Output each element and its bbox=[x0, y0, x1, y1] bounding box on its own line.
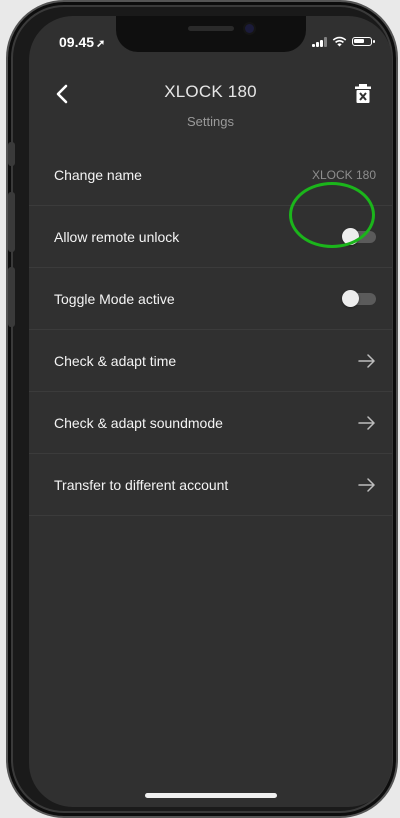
transfer-account-row[interactable]: Transfer to different account bbox=[29, 454, 392, 516]
toggle-mode-row: Toggle Mode active bbox=[29, 268, 392, 330]
transfer-account-label: Transfer to different account bbox=[54, 476, 229, 493]
wifi-icon bbox=[332, 36, 347, 47]
adapt-time-row[interactable]: Check & adapt time bbox=[29, 330, 392, 392]
device-name-value: XLOCK 180 bbox=[311, 167, 376, 182]
toggle-mode-toggle[interactable] bbox=[342, 289, 376, 307]
volume-down-button bbox=[8, 267, 15, 327]
page-subtitle: Settings bbox=[187, 114, 234, 129]
front-camera bbox=[244, 24, 254, 33]
cellular-signal-icon bbox=[312, 36, 327, 47]
battery-icon bbox=[352, 37, 375, 46]
app-screen: 09.45 ➚ XLOCK 180 Settings Change name X… bbox=[29, 16, 392, 807]
arrow-right-icon[interactable] bbox=[358, 353, 376, 368]
phone-frame: 09.45 ➚ XLOCK 180 Settings Change name X… bbox=[6, 0, 398, 818]
status-time: 09.45 ➚ bbox=[59, 34, 105, 50]
remote-unlock-label: Allow remote unlock bbox=[54, 228, 180, 245]
arrow-right-icon[interactable] bbox=[358, 477, 376, 492]
notch bbox=[115, 16, 306, 52]
adapt-soundmode-row[interactable]: Check & adapt soundmode bbox=[29, 392, 392, 454]
status-time-text: 09.45 bbox=[59, 34, 95, 50]
adapt-time-label: Check & adapt time bbox=[54, 352, 177, 369]
highlight-circle bbox=[289, 182, 375, 248]
home-indicator[interactable] bbox=[144, 793, 277, 798]
arrow-right-icon[interactable] bbox=[358, 415, 376, 430]
page-title: XLOCK 180 bbox=[164, 82, 257, 101]
volume-up-button bbox=[8, 192, 15, 252]
toggle-mode-label: Toggle Mode active bbox=[54, 290, 175, 307]
status-icons bbox=[312, 36, 375, 47]
adapt-soundmode-label: Check & adapt soundmode bbox=[54, 414, 223, 431]
toggle-knob bbox=[342, 289, 359, 307]
location-icon: ➚ bbox=[96, 38, 106, 50]
change-name-label: Change name bbox=[54, 166, 142, 183]
silent-switch bbox=[8, 142, 15, 166]
trash-icon[interactable] bbox=[354, 84, 372, 104]
speaker bbox=[187, 26, 234, 31]
